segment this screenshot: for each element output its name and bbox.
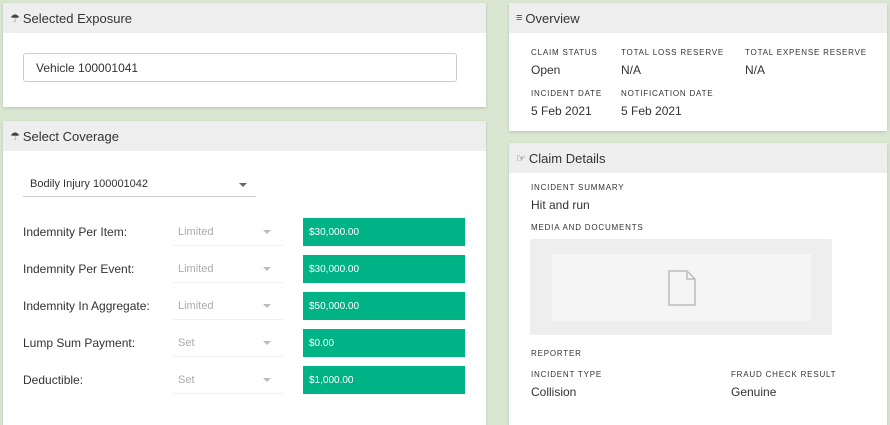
- coverage-amount-field[interactable]: $50,000.00: [303, 292, 465, 320]
- media-documents-box: [530, 239, 832, 335]
- claim-details-panel: ☞ Claim Details INCIDENT SUMMARY Hit and…: [509, 143, 887, 425]
- incident-type-label: INCIDENT TYPE: [531, 370, 603, 379]
- chevron-down-icon: [263, 341, 271, 345]
- coverage-amount-field[interactable]: $1,000.00: [303, 366, 465, 394]
- overview-header: ≡ Overview: [509, 3, 887, 33]
- document-thumbnail[interactable]: [552, 254, 811, 321]
- document-icon: [667, 269, 696, 306]
- coverage-row: Deductible: Set $1,000.00: [23, 366, 465, 394]
- coverage-row-label: Indemnity In Aggregate:: [23, 299, 150, 313]
- coverage-row-label: Indemnity Per Event:: [23, 262, 135, 276]
- coverage-row: Indemnity Per Event: Limited $30,000.00: [23, 255, 465, 283]
- coverage-selected-value: Bodily Injury 100001042: [30, 177, 149, 190]
- coverage-amount-value: $1,000.00: [309, 374, 354, 386]
- coverage-amount-value: $50,000.00: [309, 300, 360, 312]
- coverage-amount-value: $30,000.00: [309, 226, 360, 238]
- coverage-type-select[interactable]: Set: [173, 329, 283, 357]
- coverage-amount-value: $0.00: [309, 337, 335, 349]
- fraud-check-label: FRAUD CHECK RESULT: [731, 370, 837, 379]
- total-expense-reserve-value: N/A: [745, 63, 766, 77]
- claim-status-label: CLAIM STATUS: [531, 48, 598, 57]
- coverage-row: Lump Sum Payment: Set $0.00: [23, 329, 465, 357]
- coverage-row: Indemnity In Aggregate: Limited $50,000.…: [23, 292, 465, 320]
- coverage-type-select[interactable]: Limited: [173, 292, 283, 320]
- coverage-amount-field[interactable]: $0.00: [303, 329, 465, 357]
- incident-summary-value: Hit and run: [531, 198, 590, 212]
- claim-details-header: ☞ Claim Details: [509, 143, 887, 173]
- notification-date-label: NOTIFICATION DATE: [621, 89, 714, 98]
- pointing-hand-icon: ☞: [516, 152, 526, 165]
- exposure-value: Vehicle 100001041: [36, 60, 139, 75]
- chevron-down-icon: [263, 304, 271, 308]
- fraud-check-value: Genuine: [731, 385, 777, 399]
- incident-date-label: INCIDENT DATE: [531, 89, 602, 98]
- list-icon: ≡: [516, 12, 523, 24]
- claim-status-value: Open: [531, 63, 561, 77]
- chevron-down-icon: [263, 230, 271, 234]
- incident-type-value: Collision: [531, 385, 577, 399]
- coverage-type-value: Set: [178, 336, 195, 349]
- coverage-type-value: Limited: [178, 225, 214, 238]
- overview-panel: ≡ Overview CLAIM STATUS Open TOTAL LOSS …: [509, 3, 887, 131]
- selected-exposure-title: Selected Exposure: [22, 10, 132, 26]
- coverage-type-value: Limited: [178, 299, 214, 312]
- coverage-type-value: Limited: [178, 262, 214, 275]
- select-coverage-panel: ☂ Select Coverage Bodily Injury 10000104…: [3, 121, 486, 425]
- coverage-type-select[interactable]: Limited: [173, 218, 283, 246]
- total-loss-reserve-value: N/A: [621, 63, 642, 77]
- coverage-row: Indemnity Per Item: Limited $30,000.00: [23, 218, 465, 246]
- umbrella-icon: ☂: [10, 12, 20, 25]
- coverage-type-value: Set: [178, 373, 195, 386]
- media-documents-label: MEDIA AND DOCUMENTS: [531, 223, 644, 232]
- coverage-row-label: Deductible:: [23, 373, 84, 387]
- claim-details-title: Claim Details: [528, 150, 606, 166]
- reporter-label: REPORTER: [531, 349, 582, 358]
- chevron-down-icon: [263, 267, 271, 271]
- coverage-amount-value: $30,000.00: [309, 263, 360, 275]
- coverage-row-label: Lump Sum Payment:: [23, 336, 136, 350]
- umbrella-icon: ☂: [10, 130, 20, 143]
- chevron-down-icon: [263, 378, 271, 382]
- incident-date-value: 5 Feb 2021: [531, 104, 592, 118]
- coverage-select[interactable]: Bodily Injury 100001042: [23, 171, 256, 197]
- coverage-type-select[interactable]: Set: [173, 366, 283, 394]
- total-expense-reserve-label: TOTAL EXPENSE RESERVE: [745, 48, 867, 57]
- selected-exposure-panel: ☂ Selected Exposure Vehicle 100001041: [3, 3, 486, 107]
- select-coverage-header: ☂ Select Coverage: [3, 121, 486, 151]
- notification-date-value: 5 Feb 2021: [621, 104, 682, 118]
- selected-exposure-header: ☂ Selected Exposure: [3, 3, 486, 33]
- total-loss-reserve-label: TOTAL LOSS RESERVE: [621, 48, 725, 57]
- coverage-amount-field[interactable]: $30,000.00: [303, 255, 465, 283]
- select-coverage-title: Select Coverage: [22, 128, 119, 144]
- coverage-row-label: Indemnity Per Item:: [23, 225, 128, 239]
- exposure-field[interactable]: Vehicle 100001041: [23, 53, 457, 82]
- overview-title: Overview: [525, 10, 580, 26]
- coverage-amount-field[interactable]: $30,000.00: [303, 218, 465, 246]
- coverage-type-select[interactable]: Limited: [173, 255, 283, 283]
- chevron-down-icon: [239, 183, 247, 187]
- incident-summary-label: INCIDENT SUMMARY: [531, 183, 625, 192]
